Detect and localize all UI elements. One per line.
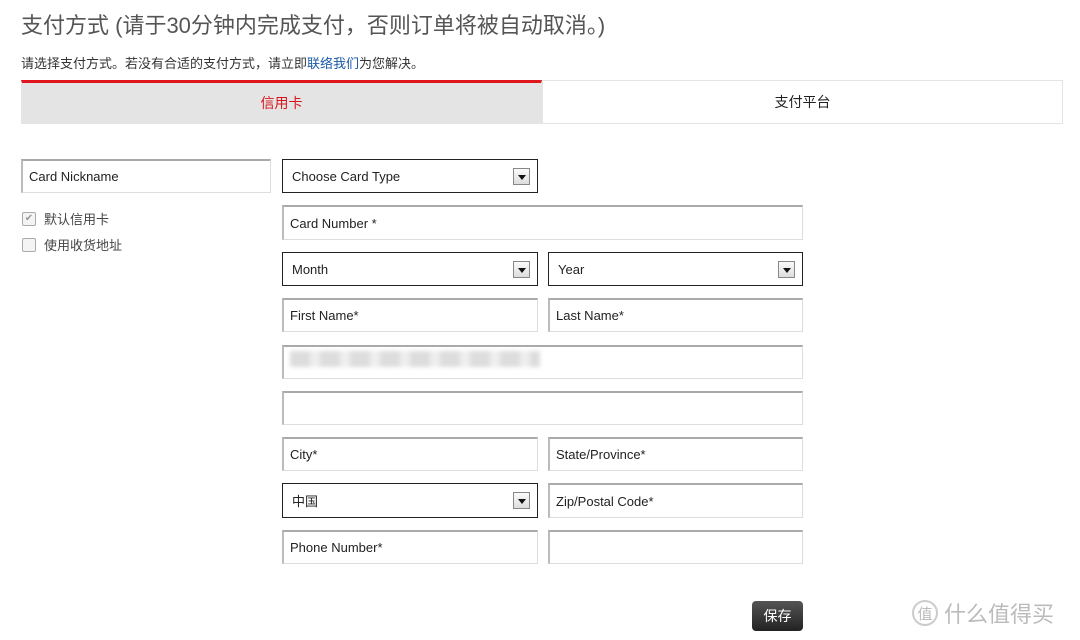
watermark-text: 什么值得买 (944, 602, 1055, 627)
default-card-label: 默认信用卡 (44, 212, 110, 227)
tab-payment-platform[interactable]: 支付平台 (542, 80, 1063, 124)
last-name-input[interactable]: Last Name* (548, 298, 803, 332)
city-input[interactable]: City* (282, 437, 538, 471)
country-select[interactable]: 中国 (282, 483, 538, 518)
extra-input[interactable] (548, 530, 803, 564)
page-title: 支付方式 (请于30分钟内完成支付，否则订单将被自动取消。) (21, 13, 606, 38)
phone-input[interactable]: Phone Number* (282, 530, 538, 564)
checkbox-checked-icon: ✔ (22, 211, 36, 226)
card-type-value: Choose Card Type (292, 168, 401, 184)
month-value: Month (292, 261, 329, 277)
country-value: 中国 (292, 494, 319, 509)
zip-input[interactable]: Zip/Postal Code* (548, 483, 803, 518)
first-name-input[interactable]: First Name* (282, 298, 538, 332)
card-number-input[interactable]: Card Number * (282, 205, 803, 240)
subtitle-text: 请选择支付方式。若没有合适的支付方式，请立即 (21, 56, 308, 71)
dropdown-arrow-icon (513, 261, 530, 278)
dropdown-arrow-icon (778, 261, 795, 278)
subtitle-text-end: 为您解决。 (359, 56, 425, 71)
default-card-checkbox[interactable]: ✔ 默认信用卡 (22, 209, 109, 228)
card-type-select[interactable]: Choose Card Type (282, 159, 538, 193)
dropdown-arrow-icon (513, 492, 530, 509)
year-select[interactable]: Year (548, 252, 803, 286)
address-line2-input[interactable] (282, 391, 803, 425)
watermark-logo-icon: 值 (912, 600, 938, 626)
state-input[interactable]: State/Province* (548, 437, 803, 471)
use-shipping-address-checkbox[interactable]: 使用收货地址 (22, 235, 122, 254)
contact-us-link[interactable]: 联络我们 (307, 56, 359, 71)
month-select[interactable]: Month (282, 252, 538, 286)
use-shipping-label: 使用收货地址 (44, 238, 123, 253)
save-button[interactable]: 保存 (752, 601, 803, 631)
page-subtitle: 请选择支付方式。若没有合适的支付方式，请立即联络我们为您解决。 (21, 53, 424, 72)
watermark: 值什么值得买 (912, 597, 1054, 629)
year-value: Year (558, 261, 585, 277)
dropdown-arrow-icon (513, 168, 530, 185)
tab-credit-card[interactable]: 信用卡 (21, 80, 542, 124)
card-nickname-input[interactable]: Card Nickname (21, 159, 271, 193)
blurred-address (290, 351, 540, 367)
checkbox-icon (22, 237, 36, 252)
